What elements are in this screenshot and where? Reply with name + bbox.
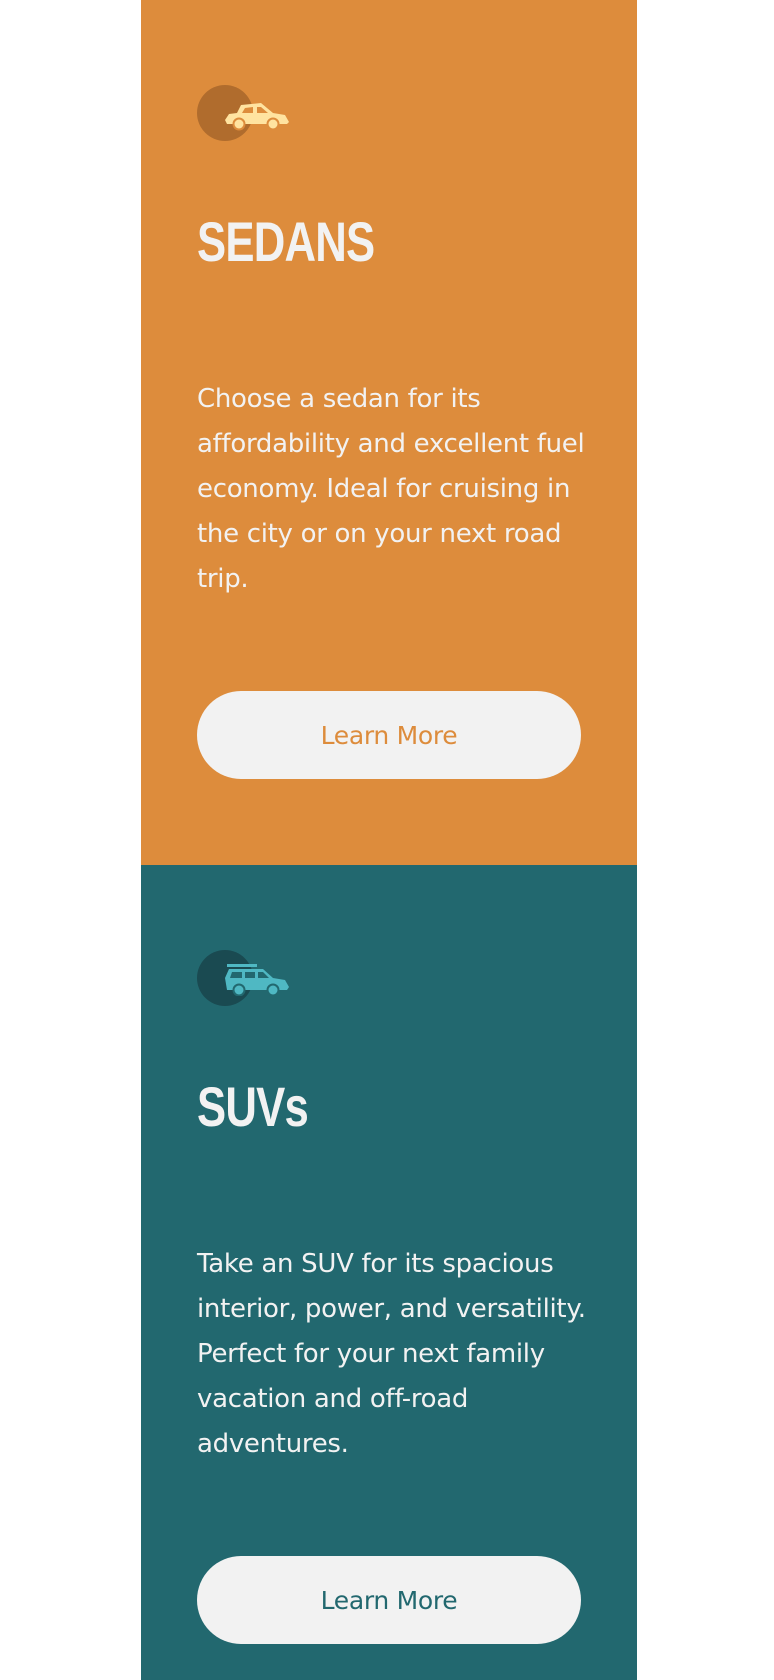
sedan-car-icon: [225, 103, 289, 131]
sedans-card: SEDANS Choose a sedan for its affordabil…: [141, 0, 637, 865]
suv-icon-wrapper: [197, 950, 297, 1010]
learn-more-button[interactable]: Learn More: [197, 691, 581, 779]
learn-more-button[interactable]: Learn More: [197, 1556, 581, 1644]
suv-car-icon: [225, 964, 289, 996]
card-description: Take an SUV for its spacious interior, p…: [197, 1249, 586, 1459]
suvs-card: SUVs Take an SUV for its spacious interi…: [141, 865, 637, 1680]
sedan-icon-wrapper: [197, 85, 297, 145]
card-title: SUVs: [197, 1075, 309, 1138]
card-title: SEDANS: [197, 210, 375, 273]
card-description: Choose a sedan for its affordability and…: [197, 384, 585, 594]
car-cards-column: SEDANS Choose a sedan for its affordabil…: [141, 0, 637, 1680]
